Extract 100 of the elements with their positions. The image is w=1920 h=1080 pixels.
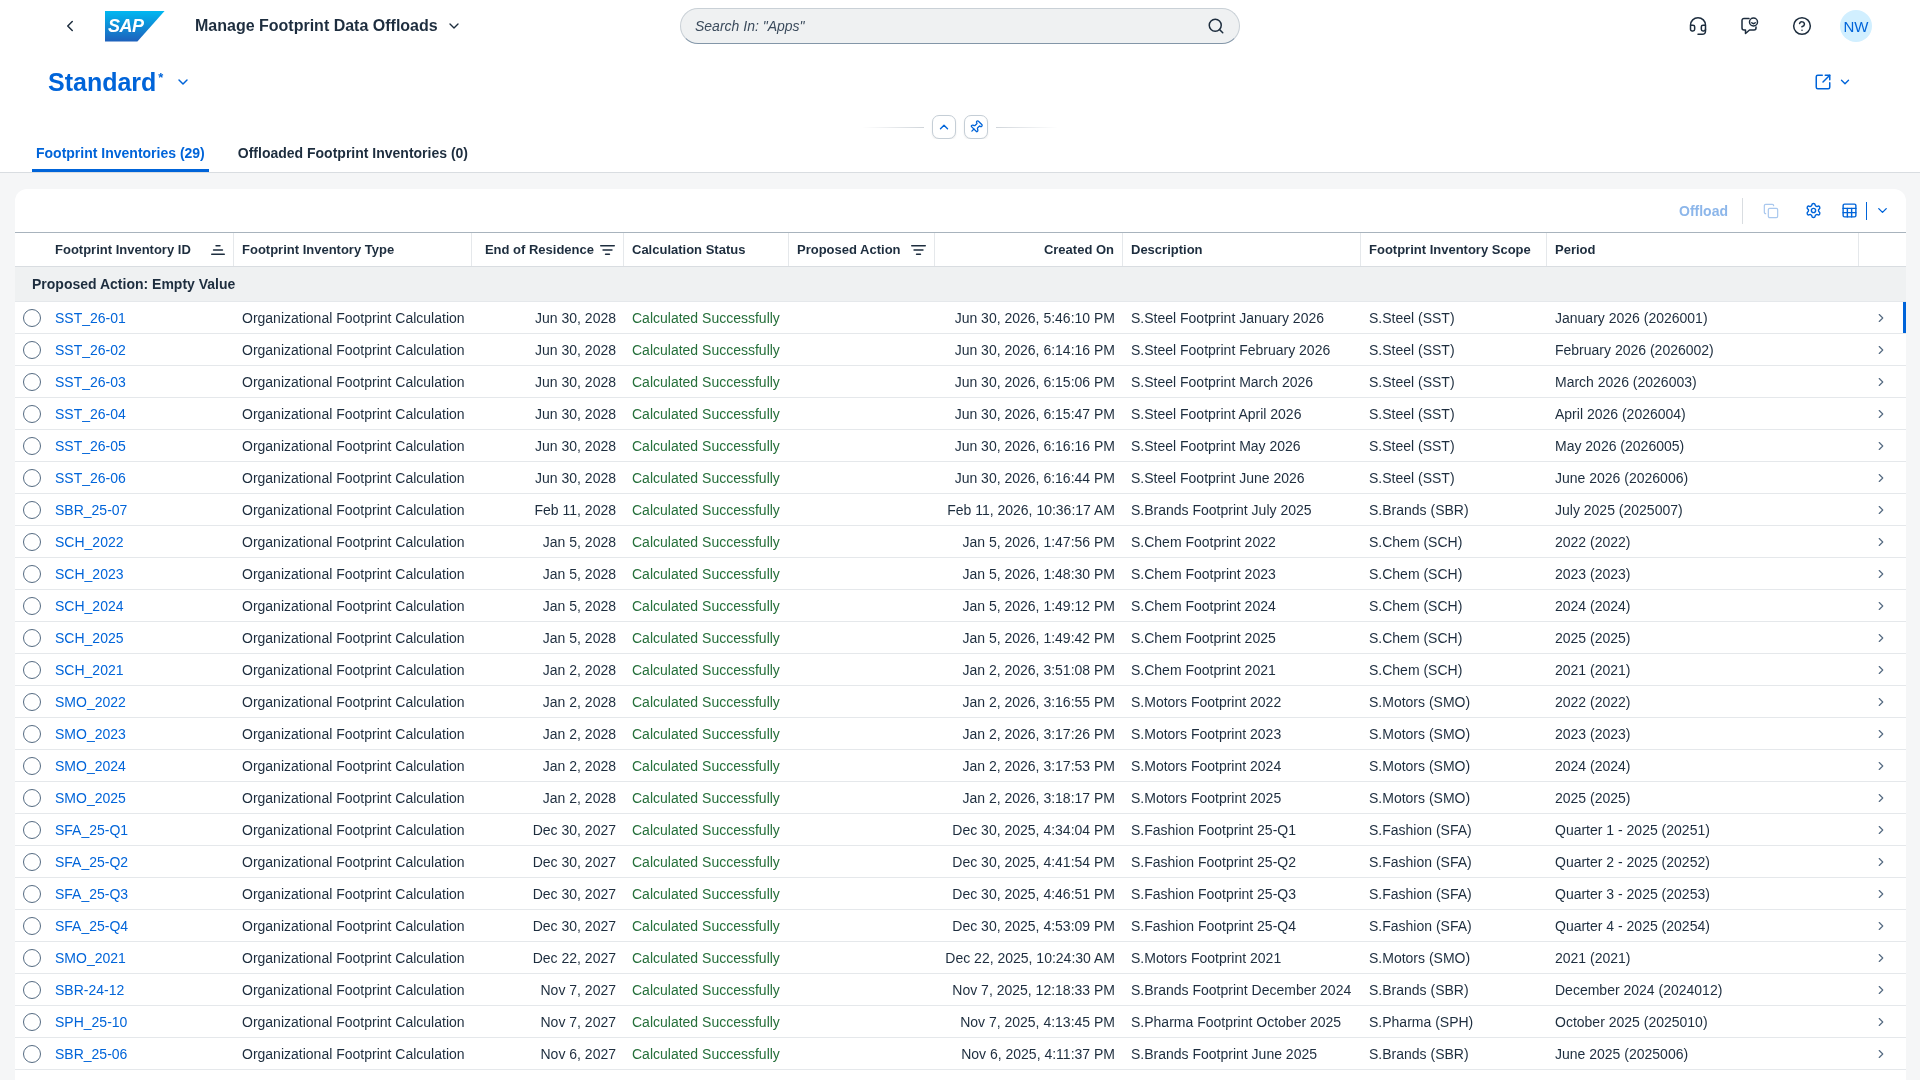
radio-button[interactable] — [23, 596, 41, 615]
inventory-id-link[interactable]: SBR-24-12 — [55, 981, 125, 998]
radio-button[interactable] — [23, 884, 41, 903]
table-cell: Organizational Footprint Calculation — [242, 565, 465, 582]
column-header[interactable]: Footprint Inventory Type — [234, 233, 472, 266]
inventory-id-link[interactable]: SST_26-02 — [55, 341, 126, 358]
inventory-id-link[interactable]: SST_26-05 — [55, 437, 126, 454]
radio-button[interactable] — [23, 916, 41, 935]
inventory-id-link[interactable]: SCH_2021 — [55, 661, 124, 678]
table-cell: Jun 30, 2026, 6:15:06 PM — [954, 373, 1115, 390]
radio-button[interactable] — [23, 628, 41, 647]
user-avatar[interactable]: NW — [1840, 10, 1872, 42]
column-header[interactable]: Footprint Inventory ID — [47, 233, 234, 266]
status-text: Calculated Successfully — [632, 1045, 780, 1062]
radio-button[interactable] — [23, 500, 41, 519]
copy-icon — [1763, 202, 1779, 219]
inventory-id-link[interactable]: SFA_25-Q3 — [55, 885, 129, 902]
table-cell: Quarter 2 - 2025 (20252) — [1555, 853, 1710, 870]
table-cell: S.Motors (SMO) — [1369, 789, 1471, 806]
share-menu-button[interactable] — [1814, 73, 1852, 91]
app-title-menu[interactable]: Manage Footprint Data Offloads — [195, 17, 462, 35]
radio-button[interactable] — [23, 372, 41, 391]
column-header[interactable]: Description — [1123, 233, 1361, 266]
table-cell: Organizational Footprint Calculation — [242, 949, 465, 966]
inventory-id-link[interactable]: SCH_2023 — [55, 565, 124, 582]
radio-button[interactable] — [23, 308, 41, 327]
radio-button[interactable] — [23, 756, 41, 775]
tab[interactable]: Footprint Inventories (29) — [32, 139, 209, 172]
tab[interactable]: Offloaded Footprint Inventories (0) — [233, 139, 473, 172]
table-cell: S.Steel (SST) — [1369, 437, 1455, 454]
inventory-id-link[interactable]: SMO_2021 — [55, 949, 126, 966]
table-cell: 2023 (2023) — [1555, 725, 1631, 742]
table-cell: Jun 30, 2026, 6:14:16 PM — [954, 341, 1115, 358]
radio-button[interactable] — [23, 404, 41, 423]
inventory-id-link[interactable]: SST_26-06 — [55, 469, 126, 486]
inventory-id-link[interactable]: SFA_25-Q4 — [55, 917, 129, 934]
radio-button[interactable] — [23, 820, 41, 839]
table-cell: S.Steel Footprint March 2026 — [1131, 373, 1314, 390]
column-header[interactable]: Footprint Inventory Scope — [1361, 233, 1547, 266]
column-header[interactable]: Created On — [935, 233, 1123, 266]
column-header[interactable]: Proposed Action — [789, 233, 935, 266]
table-cell: S.Motors Footprint 2021 — [1131, 949, 1282, 966]
inventory-id-link[interactable]: SST_26-03 — [55, 373, 126, 390]
radio-button[interactable] — [23, 1012, 41, 1031]
table-cell: S.Chem (SCH) — [1369, 533, 1463, 550]
table-cell: February 2026 (2026002) — [1555, 341, 1714, 358]
inventory-id-link[interactable]: SMO_2025 — [55, 789, 126, 806]
inventory-id-link[interactable]: SMO_2023 — [55, 725, 126, 742]
radio-button[interactable] — [23, 532, 41, 551]
status-text: Calculated Successfully — [632, 757, 780, 774]
radio-button[interactable] — [23, 724, 41, 743]
column-header[interactable]: Calculation Status — [624, 233, 789, 266]
search-icon[interactable] — [1207, 17, 1225, 35]
company-logo[interactable]: SAP — [105, 10, 165, 42]
inventory-id-link[interactable]: SST_26-04 — [55, 405, 126, 422]
inventory-id-link[interactable]: SCH_2022 — [55, 533, 124, 550]
table-cell: Organizational Footprint Calculation — [242, 885, 465, 902]
table-cell: Nov 6, 2025, 4:11:37 PM — [961, 1045, 1115, 1062]
column-header[interactable]: Period — [1547, 233, 1859, 266]
inventory-id-link[interactable]: SFA_25-Q1 — [55, 821, 129, 838]
table-cell: S.Brands Footprint June 2025 — [1131, 1045, 1317, 1062]
table-cell: Jan 2, 2028 — [542, 693, 616, 710]
table-cell: Dec 30, 2027 — [532, 885, 616, 902]
radio-button[interactable] — [23, 948, 41, 967]
inventory-id-link[interactable]: SBR_25-07 — [55, 501, 128, 518]
inventory-id-link[interactable]: SMO_2022 — [55, 693, 126, 710]
inventory-id-link[interactable]: SST_26-01 — [55, 309, 126, 326]
table-cell: Organizational Footprint Calculation — [242, 341, 465, 358]
inventory-id-link[interactable]: SPH_25-10 — [55, 1013, 128, 1030]
table-cell: S.Pharma Footprint October 2025 — [1131, 1013, 1342, 1030]
radio-button[interactable] — [23, 788, 41, 807]
variant-selector[interactable]: Standard$^{*}$ — [48, 67, 192, 97]
table-cell: Organizational Footprint Calculation — [242, 405, 465, 422]
pin-header-button[interactable] — [964, 115, 988, 139]
collapse-header-button[interactable] — [932, 115, 956, 139]
table-cell: S.Steel Footprint February 2026 — [1131, 341, 1331, 358]
search-field[interactable]: Search In: "Apps" — [680, 8, 1240, 44]
table-cell: S.Fashion (SFA) — [1369, 885, 1472, 902]
radio-button[interactable] — [23, 1044, 41, 1063]
inventory-id-link[interactable]: SMO_2024 — [55, 757, 126, 774]
table-cell: Organizational Footprint Calculation — [242, 533, 465, 550]
inventory-id-link[interactable]: SFA_25-Q2 — [55, 853, 129, 870]
table-cell: Organizational Footprint Calculation — [242, 309, 465, 326]
inventory-id-link[interactable]: SCH_2024 — [55, 597, 124, 614]
table-cell: S.Fashion (SFA) — [1369, 821, 1472, 838]
radio-button[interactable] — [23, 436, 41, 455]
help-icon — [1792, 16, 1812, 36]
radio-button[interactable] — [23, 564, 41, 583]
inventory-id-link[interactable]: SBR_25-06 — [55, 1045, 128, 1062]
headset-icon — [1688, 16, 1708, 36]
inventory-id-link[interactable]: SCH_2025 — [55, 629, 124, 646]
radio-button[interactable] — [23, 980, 41, 999]
column-header[interactable]: End of Residence — [472, 233, 624, 266]
radio-button[interactable] — [23, 468, 41, 487]
status-text: Calculated Successfully — [632, 405, 780, 422]
radio-button[interactable] — [23, 852, 41, 871]
radio-button[interactable] — [23, 340, 41, 359]
table-cell: 2023 (2023) — [1555, 565, 1631, 582]
radio-button[interactable] — [23, 692, 41, 711]
radio-button[interactable] — [23, 660, 41, 679]
